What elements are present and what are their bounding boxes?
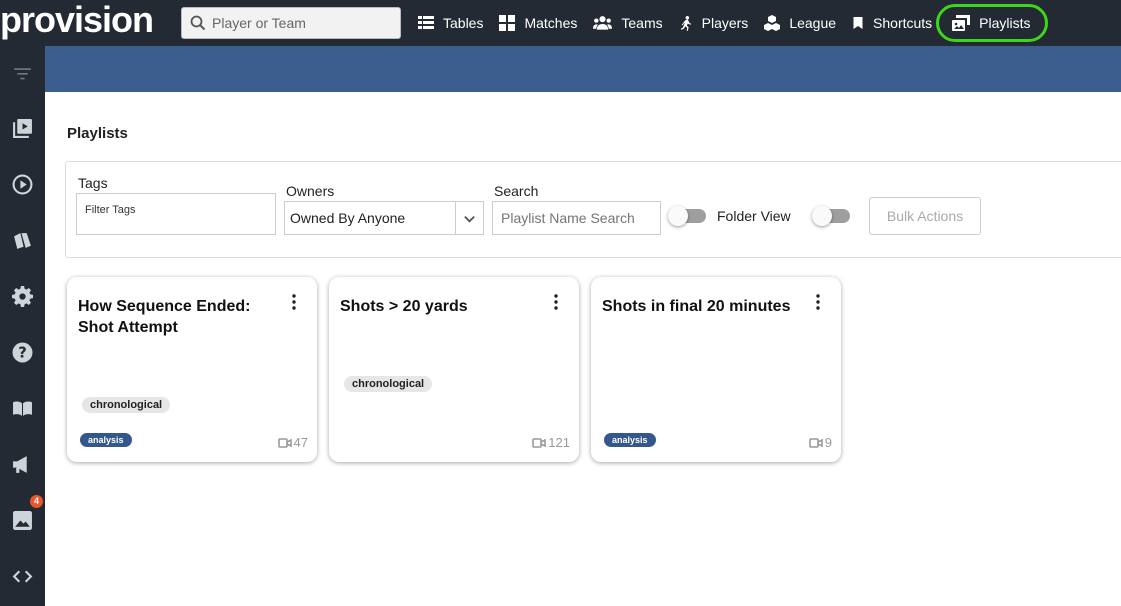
nav-label: Players [701,15,749,31]
photo-video-icon [952,15,971,31]
search-icon [190,15,206,31]
folder-view-label: Folder View [717,208,791,224]
play-circle-icon[interactable] [12,174,33,195]
chevron-down-icon [464,215,475,223]
search-input[interactable] [212,15,392,31]
playlist-card[interactable]: How Sequence Ended: Shot Attempt chronol… [67,277,317,462]
nav-label: League [789,15,837,31]
playlist-card[interactable]: Shots > 20 yards chronological 121 [329,277,579,462]
playlist-name-search-input[interactable] [492,201,661,235]
clip-count-value: 9 [824,435,832,450]
nav-teams[interactable]: Teams [593,15,663,31]
more-options-icon[interactable] [553,294,559,310]
nav-label: Tables [443,15,484,31]
nav-label: Playlists [979,15,1031,31]
cubes-icon [764,15,781,31]
owner-tag-chip[interactable]: analysis [80,433,132,447]
search-label: Search [494,183,539,199]
nav-label: Matches [524,15,578,31]
megaphone-icon[interactable] [12,454,33,475]
left-sidebar: ? 4 [0,46,45,606]
toggle-switch-left[interactable] [668,206,706,226]
table-icon [418,16,434,29]
grid-icon [499,15,516,31]
filter-icon[interactable] [12,63,33,84]
toggle-knob [668,206,688,226]
player-team-search[interactable] [181,7,401,39]
more-options-icon[interactable] [291,294,297,310]
users-icon [593,16,613,30]
clip-count: 9 [808,435,832,450]
video-camera-icon [277,437,292,448]
clip-count-value: 47 [293,435,308,450]
more-options-icon[interactable] [815,294,821,310]
playlist-title: How Sequence Ended: Shot Attempt [78,298,251,336]
video-camera-icon [532,437,547,448]
owners-label: Owners [286,183,335,199]
owners-selected-value: Owned By Anyone [290,210,406,226]
tags-filter-input[interactable]: Filter Tags [76,193,276,235]
book-icon[interactable] [12,398,33,419]
clip-count: 47 [277,435,308,450]
nav-players[interactable]: Players [679,15,749,31]
page-title: Playlists [67,125,128,142]
page-banner [45,46,1121,92]
main-nav: Tables Matches Teams Players League Shor… [418,0,1064,46]
gear-icon[interactable] [12,286,33,307]
nav-label: Shortcuts [873,15,933,31]
owner-tag-chip[interactable]: analysis [604,433,656,447]
playlist-title: Shots > 20 yards [340,298,468,315]
cards-icon[interactable] [12,230,33,251]
runner-icon [680,16,691,31]
owners-dropdown-toggle[interactable] [455,202,483,234]
nav-tables[interactable]: Tables [418,15,483,31]
nav-matches[interactable]: Matches [499,15,577,31]
nav-label: Teams [621,15,663,31]
app-logo[interactable]: provision [0,0,175,46]
code-icon[interactable] [12,566,33,587]
playlist-tag-chip[interactable]: chronological [344,376,433,392]
clip-count: 121 [532,435,570,450]
playlist-title: Shots in final 20 minutes [602,298,791,315]
tags-label: Tags [78,175,108,191]
nav-playlists[interactable]: Playlists [936,4,1048,42]
owners-select[interactable]: Owned By Anyone [284,201,484,235]
bookmark-icon [853,17,863,29]
help-icon[interactable]: ? [12,342,33,363]
image-icon[interactable] [12,510,33,531]
notification-badge: 4 [30,495,43,508]
toggle-knob [812,206,832,226]
svg-text:?: ? [18,345,27,362]
nav-league[interactable]: League [764,15,836,31]
playlist-card[interactable]: Shots in final 20 minutes analysis 9 [591,277,841,462]
top-navbar: provision Tables Matches [0,0,1121,46]
nav-shortcuts[interactable]: Shortcuts [852,15,932,31]
video-library-icon[interactable] [12,118,33,139]
playlist-tag-chip[interactable]: chronological [82,397,171,413]
video-camera-icon [808,437,823,448]
folder-view-toggle[interactable] [812,206,850,226]
bulk-actions-button[interactable]: Bulk Actions [869,197,981,235]
clip-count-value: 121 [548,435,570,450]
